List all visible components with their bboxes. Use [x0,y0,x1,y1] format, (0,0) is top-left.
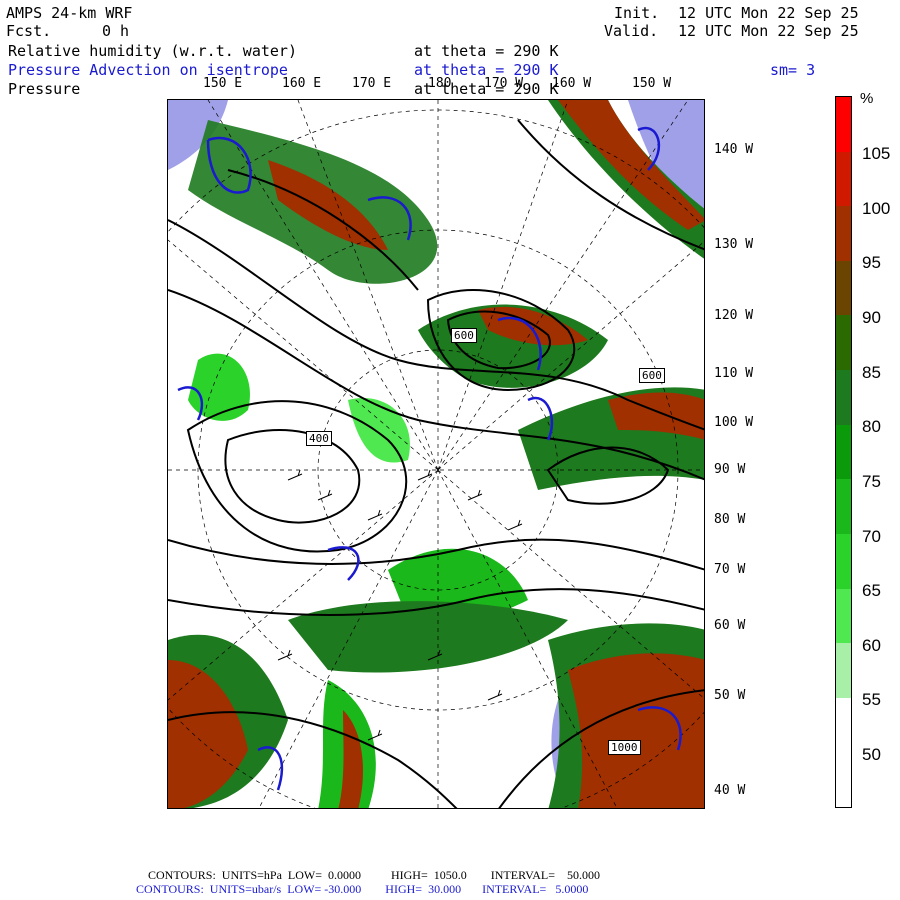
init-time: 12 UTC Mon 22 Sep 25 [678,4,859,22]
colorbar-segment [836,97,851,152]
map-panel: 600 600 400 1000 [167,99,705,809]
lat-label: 70 W [714,562,746,577]
colorbar-label: 100 [862,199,891,218]
lat-label: 130 W [714,237,754,252]
colorbar [835,96,852,808]
smoothing-label: sm= 3 [770,61,816,79]
lat-label: 110 W [714,366,754,381]
lon-label: 160 E [282,76,322,91]
lat-label: 120 W [714,308,754,323]
colorbar-label: 50 [862,745,881,764]
lat-label: 80 W [714,512,746,527]
colorbar-segment [836,315,851,371]
colorbar-label: 95 [862,253,881,272]
colorbar-label: 85 [862,363,881,382]
field-rh-level: at theta = 290 K [414,42,559,60]
forecast-label: Fcst. [6,22,52,40]
model-title: AMPS 24-km WRF [6,4,133,22]
colorbar-segment [836,151,851,207]
contour-value-label: 1000 [608,740,641,755]
colorbar-label: 105 [862,144,891,163]
colorbar-segment [836,533,851,589]
footer-contours-pressure: CONTOURS: UNITS=hPa LOW= 0.0000 HIGH= 10… [148,868,600,882]
colorbar-label: 55 [862,690,881,709]
lat-label: 90 W [714,462,746,477]
field-padv-name: Pressure Advection on isentrope [8,61,288,79]
lon-label: 150 E [203,76,243,91]
lon-label: 180 [428,76,452,91]
field-pressure-name: Pressure [8,80,81,98]
colorbar-segment [836,424,851,480]
colorbar-segment [836,206,851,261]
lat-label: 50 W [714,688,746,703]
valid-time: 12 UTC Mon 22 Sep 25 [678,22,859,40]
lat-label: 60 W [714,618,746,633]
footer-contours-advection: CONTOURS: UNITS=ubar/s LOW= -30.000 HIGH… [136,882,589,896]
lon-label: 150 W [632,76,672,91]
lon-label: 170 E [352,76,392,91]
init-label: Init. [614,4,660,22]
colorbar-segment [836,752,851,807]
colorbar-label: 90 [862,308,881,327]
contour-value-label: 600 [451,328,477,343]
lat-label: 100 W [714,415,754,430]
colorbar-label: 70 [862,527,881,546]
forecast-value: 0 h [102,22,130,40]
lon-label: 160 W [552,76,592,91]
colorbar-segment [836,370,851,425]
colorbar-label: 80 [862,417,881,436]
valid-label: Valid. [604,22,659,40]
colorbar-label: 75 [862,472,881,491]
colorbar-segment [836,479,851,534]
contour-value-label: 600 [639,368,665,383]
colorbar-label: 60 [862,636,881,655]
colorbar-segment [836,697,851,753]
colorbar-segment [836,260,851,316]
colorbar-segment [836,643,851,698]
colorbar-segment [836,588,851,644]
humidity-layer [168,100,704,808]
lon-label: 170 W [484,76,524,91]
colorbar-label: 65 [862,581,881,600]
lat-label: 40 W [714,783,746,798]
lat-label: 140 W [714,142,754,157]
field-rh-name: Relative humidity (w.r.t. water) [8,42,297,60]
contour-value-label: 400 [306,431,332,446]
map-svg [168,100,704,808]
colorbar-unit: % [860,90,874,107]
